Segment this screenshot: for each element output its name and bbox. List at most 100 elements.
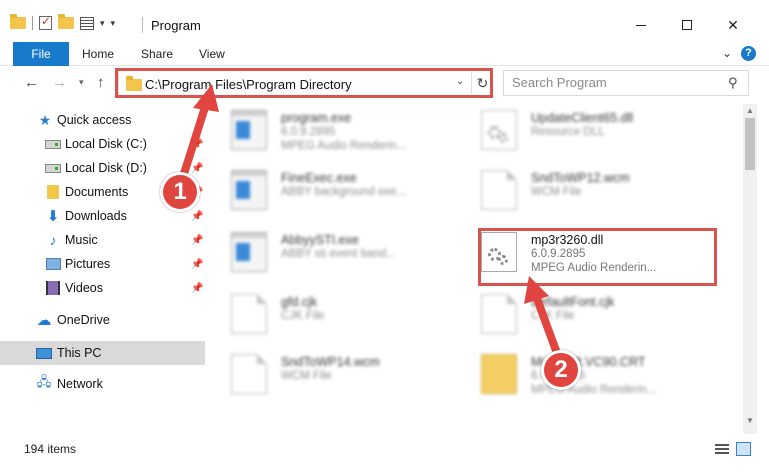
exe-icon bbox=[231, 232, 267, 272]
file-item[interactable]: SndToWP12.wcm WCM File bbox=[457, 164, 697, 220]
nav-item-network[interactable]: 🖧 Network bbox=[0, 372, 205, 396]
nav-item-label: Local Disk (D:) bbox=[65, 161, 147, 175]
tab-share[interactable]: Share bbox=[141, 42, 173, 66]
folder-icon bbox=[126, 76, 142, 91]
title-separator bbox=[142, 17, 143, 33]
nav-item-label: Music bbox=[65, 233, 98, 247]
file-item[interactable]: AbbyySTI.exe ABBY sti event band... bbox=[207, 226, 447, 282]
file-name: AbbyySTI.exe bbox=[281, 233, 359, 247]
scrollbar-thumb[interactable] bbox=[745, 118, 755, 170]
drive-icon bbox=[45, 161, 61, 175]
quick-access-toolbar: ▾ ▾ bbox=[10, 14, 116, 30]
file-item[interactable]: UpdateClient65.dll Resource DLL bbox=[457, 104, 697, 160]
nav-item-onedrive[interactable]: ☁ OneDrive bbox=[0, 308, 205, 332]
videos-icon bbox=[45, 281, 61, 295]
nav-item-this-pc[interactable]: This PC bbox=[0, 341, 205, 365]
nav-item-videos[interactable]: Videos 📌 bbox=[0, 276, 205, 300]
step-badge-1: 1 bbox=[160, 172, 200, 212]
title-bar: ▾ ▾ Program ✕ bbox=[0, 0, 769, 40]
file-item[interactable]: SndToWP14.wcm WCM File bbox=[207, 348, 447, 404]
step-badge-2: 2 bbox=[541, 350, 581, 390]
address-dropdown-icon[interactable]: ⌄ bbox=[456, 76, 464, 87]
pin-icon[interactable]: 📌 bbox=[191, 283, 203, 294]
file-item[interactable]: FineExec.exe ABBY background exe... bbox=[207, 164, 447, 220]
file-name: gfd.cjk bbox=[281, 295, 318, 309]
new-folder-icon[interactable] bbox=[58, 14, 74, 29]
tab-view[interactable]: View bbox=[199, 42, 225, 66]
file-version: 6.0.9.2895 bbox=[531, 248, 586, 260]
nav-item-quick-access[interactable]: ★ Quick access bbox=[0, 108, 205, 132]
file-list: program.exe 6.0.9.2895 MPEG Audio Render… bbox=[207, 104, 743, 434]
properties-check-icon[interactable] bbox=[39, 14, 52, 30]
details-view-icon[interactable] bbox=[715, 444, 729, 455]
toolbar-separator bbox=[32, 16, 33, 30]
pin-icon[interactable]: 📌 bbox=[191, 211, 203, 222]
tab-home[interactable]: Home bbox=[82, 42, 114, 66]
dll-icon bbox=[481, 232, 517, 272]
document-icon bbox=[231, 354, 267, 394]
item-count: 194 items bbox=[24, 442, 77, 456]
up-arrow-icon[interactable]: ↑ bbox=[97, 74, 105, 91]
back-arrow-icon[interactable]: ← bbox=[24, 74, 39, 91]
star-icon: ★ bbox=[38, 111, 52, 128]
file-type: Resource DLL bbox=[531, 126, 605, 138]
forward-arrow-icon[interactable]: → bbox=[52, 74, 67, 91]
maximize-icon bbox=[682, 20, 692, 30]
music-icon: ♪ bbox=[49, 232, 57, 248]
customize-toolbar-icon[interactable]: ▾ bbox=[111, 18, 116, 29]
navigation-pane: ★ Quick access Local Disk (C:) 📌 Local D… bbox=[0, 104, 205, 434]
address-path[interactable]: C:\Program Files\Program Directory bbox=[145, 77, 352, 92]
help-icon[interactable]: ? bbox=[741, 46, 756, 61]
file-type: WCM File bbox=[531, 186, 582, 198]
exe-icon bbox=[231, 110, 267, 150]
search-icon[interactable]: ⚲ bbox=[728, 75, 738, 91]
search-box[interactable]: ⚲ bbox=[503, 70, 749, 96]
address-bar[interactable]: C:\Program Files\Program Directory ⌄ ↻ bbox=[118, 70, 493, 96]
file-name: SndToWP12.wcm bbox=[531, 171, 630, 185]
recent-locations-chevron-icon[interactable]: ▾ bbox=[79, 77, 84, 88]
refresh-button[interactable]: ↻ bbox=[471, 72, 493, 94]
file-description: ABBY sti event band... bbox=[281, 248, 396, 260]
search-input[interactable] bbox=[512, 75, 712, 90]
pin-icon[interactable]: 📌 bbox=[191, 139, 203, 150]
cloud-icon: ☁ bbox=[36, 312, 52, 329]
large-icons-view-icon[interactable] bbox=[736, 442, 751, 456]
file-item[interactable]: gfd.cjk CJK File bbox=[207, 288, 447, 344]
scroll-down-icon[interactable]: ▼ bbox=[743, 416, 757, 425]
folder-icon bbox=[481, 354, 517, 394]
minimize-button[interactable] bbox=[618, 10, 664, 40]
tab-file[interactable]: File bbox=[13, 42, 69, 66]
nav-item-label: Documents bbox=[65, 185, 129, 199]
pin-icon[interactable]: 📌 bbox=[191, 163, 203, 174]
nav-item-label: Quick access bbox=[57, 113, 132, 127]
drive-icon bbox=[45, 137, 61, 151]
expand-ribbon-icon[interactable]: ⌄ bbox=[722, 46, 732, 60]
documents-folder-icon bbox=[45, 185, 61, 199]
vertical-scrollbar[interactable]: ▲ ▼ bbox=[743, 104, 757, 434]
nav-item-local-disk-c[interactable]: Local Disk (C:) 📌 bbox=[0, 132, 205, 156]
minimize-icon bbox=[636, 24, 646, 26]
properties-icon[interactable] bbox=[80, 16, 94, 30]
pictures-icon bbox=[45, 257, 61, 271]
document-icon bbox=[231, 294, 267, 334]
nav-item-label: Videos bbox=[65, 281, 103, 295]
scroll-up-icon[interactable]: ▲ bbox=[743, 106, 757, 115]
file-name: FineExec.exe bbox=[281, 171, 357, 185]
file-item-mp3r3260-dll[interactable]: mp3r3260.dll 6.0.9.2895 MPEG Audio Rende… bbox=[457, 226, 697, 282]
chevron-down-icon[interactable]: ▾ bbox=[100, 18, 105, 29]
maximize-button[interactable] bbox=[664, 10, 710, 40]
nav-item-label: This PC bbox=[57, 346, 102, 360]
nav-item-music[interactable]: ♪ Music 📌 bbox=[0, 228, 205, 252]
file-item[interactable]: DefaultFont.cjk CJK File bbox=[457, 288, 697, 344]
file-name: SndToWP14.wcm bbox=[281, 355, 380, 369]
nav-item-label: Network bbox=[57, 377, 103, 391]
close-button[interactable]: ✕ bbox=[710, 10, 756, 40]
pin-icon[interactable]: 📌 bbox=[191, 259, 203, 270]
dll-icon bbox=[481, 110, 517, 150]
pin-icon[interactable]: 📌 bbox=[191, 235, 203, 246]
file-description: MPEG Audio Renderin... bbox=[531, 262, 657, 274]
file-item[interactable]: program.exe 6.0.9.2895 MPEG Audio Render… bbox=[207, 104, 447, 160]
file-type: CJK File bbox=[281, 310, 325, 322]
folder-icon[interactable] bbox=[10, 14, 26, 29]
nav-item-pictures[interactable]: Pictures 📌 bbox=[0, 252, 205, 276]
